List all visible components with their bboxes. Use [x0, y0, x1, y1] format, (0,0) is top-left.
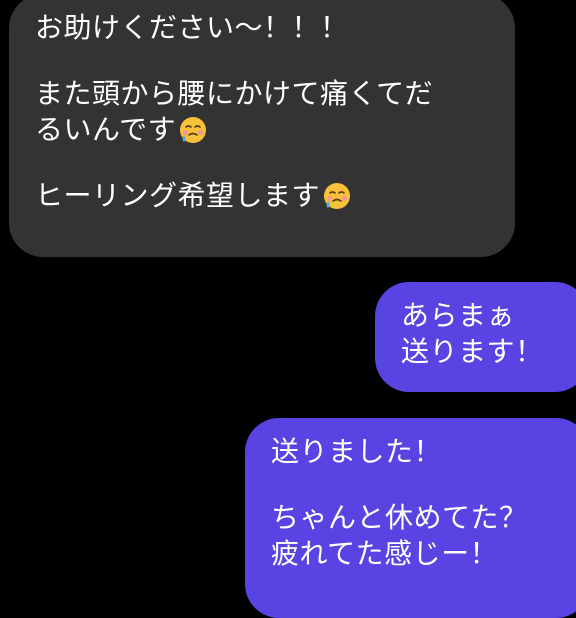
message-line: 送りました！: [271, 435, 443, 468]
message-spacer: [271, 470, 576, 500]
outgoing-message-bubble[interactable]: あらまぁ 送ります！: [375, 282, 576, 392]
message-spacer: [35, 148, 515, 178]
message-line: あらまぁ: [401, 299, 516, 332]
message-line-text: るいんです: [35, 113, 177, 146]
message-line-with-emoji: るいんです: [35, 112, 515, 148]
message-line: お助けください〜！！！: [35, 11, 349, 44]
incoming-message-bubble[interactable]: お助けください〜！！！ また頭から腰にかけて痛くてだ るいんです ヒーリング希望…: [9, 0, 515, 257]
message-spacer: [35, 46, 515, 76]
message-line: ちゃんと休めてた？: [271, 501, 528, 534]
face-holding-back-tears-emoji-icon: [324, 183, 351, 209]
message-line: 送ります！: [401, 335, 544, 368]
message-line: 疲れてた感じー！: [271, 537, 499, 570]
message-line: また頭から腰にかけて痛くてだ: [35, 77, 434, 110]
message-line-text: ヒーリング希望します: [35, 179, 321, 212]
face-holding-back-tears-emoji-icon: [180, 117, 207, 143]
message-line-with-emoji: ヒーリング希望します: [35, 178, 515, 214]
outgoing-message-bubble[interactable]: 送りました！ ちゃんと休めてた？ 疲れてた感じー！: [245, 418, 576, 618]
